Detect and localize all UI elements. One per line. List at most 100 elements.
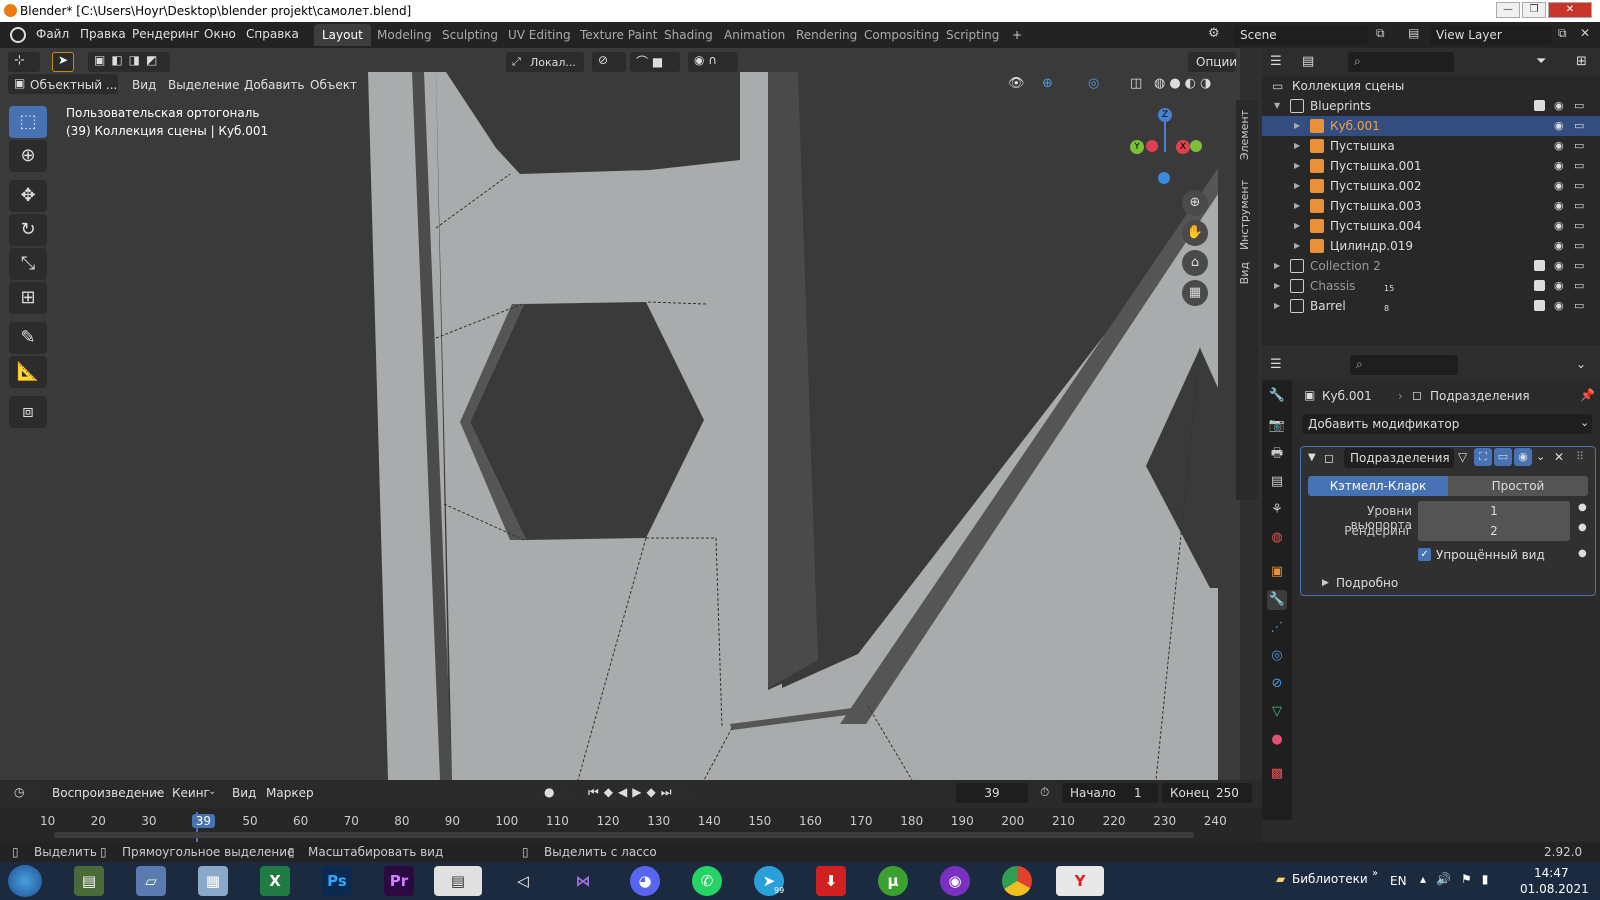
levels-viewport-field[interactable]: 1 bbox=[1418, 501, 1570, 521]
material-props-tab[interactable]: ● bbox=[1267, 730, 1287, 750]
viewport-toggle-icon[interactable]: ▭ bbox=[1494, 448, 1512, 466]
object-props-tab[interactable]: ▣ bbox=[1267, 562, 1287, 582]
expand-arrow-icon[interactable]: ▶ bbox=[1294, 161, 1300, 170]
simplified-keyframe-dot[interactable]: ● bbox=[1578, 548, 1587, 559]
modifier-collapse-icon[interactable]: ▼ bbox=[1308, 452, 1316, 463]
new-collection-icon[interactable]: ⊞ bbox=[1576, 54, 1587, 69]
gizmo-z-negative-dot[interactable] bbox=[1158, 172, 1170, 184]
expand-arrow-icon[interactable]: ▶ bbox=[1294, 181, 1300, 190]
tool-add-cube[interactable]: ⧈ bbox=[9, 396, 47, 428]
render-monitor-icon[interactable]: ▭ bbox=[1574, 219, 1584, 232]
timeline-menu-view[interactable]: Вид bbox=[232, 786, 256, 800]
outliner-row[interactable]: ▶ Collection 2 ◉ ▭ bbox=[1262, 256, 1600, 276]
timeline-scrollbar[interactable] bbox=[54, 832, 1194, 838]
taskbar-app-excel-icon[interactable]: X bbox=[260, 866, 290, 896]
texture-props-tab[interactable]: ▩ bbox=[1267, 764, 1287, 784]
scene-field[interactable]: Scene bbox=[1234, 25, 1368, 45]
tool-scale[interactable]: ⤡ bbox=[9, 248, 47, 280]
gizmo-x-negative-dot[interactable] bbox=[1146, 140, 1158, 152]
camera-view-icon[interactable]: ⌂ bbox=[1182, 250, 1208, 276]
expand-arrow-icon[interactable]: ▶ bbox=[1294, 121, 1300, 130]
visibility-eye-icon[interactable]: ◉ bbox=[1554, 179, 1564, 192]
tab-compositing[interactable]: Compositing bbox=[856, 24, 947, 46]
timeline-menu-keying[interactable]: Кеинг bbox=[172, 786, 210, 800]
outliner-display-mode-icon[interactable]: ▤ bbox=[1302, 54, 1314, 69]
timeline-menu-playback[interactable]: Воспроизведение bbox=[52, 786, 164, 800]
particles-props-tab[interactable]: ⋰ bbox=[1267, 618, 1287, 638]
expand-arrow-icon[interactable]: ▶ bbox=[1294, 201, 1300, 210]
tool-select-box[interactable]: ⬚ bbox=[9, 106, 47, 138]
visibility-eye-icon[interactable]: ◉ bbox=[1554, 259, 1564, 272]
tool-annotate[interactable]: ✎ bbox=[9, 322, 47, 354]
outliner-search-input[interactable] bbox=[1348, 52, 1454, 72]
render-levels-field[interactable]: 2 bbox=[1418, 521, 1570, 541]
render-monitor-icon[interactable]: ▭ bbox=[1574, 199, 1584, 212]
outliner-editor-type-icon[interactable]: ☰ bbox=[1270, 54, 1282, 69]
render-toggle-icon[interactable]: ◉ bbox=[1514, 448, 1532, 466]
drag-handle-icon[interactable]: ⠿ bbox=[1576, 450, 1584, 463]
menu-help[interactable]: Справка bbox=[246, 27, 299, 41]
pin-icon[interactable]: 📌 bbox=[1580, 388, 1595, 402]
view-layer-props-tab[interactable]: ▤ bbox=[1267, 472, 1287, 492]
viewport-menu-view[interactable]: Вид bbox=[132, 78, 156, 92]
outliner-row[interactable]: ▶ Barrel 8 ◉ ▭ bbox=[1262, 296, 1600, 316]
render-monitor-icon[interactable]: ▭ bbox=[1574, 159, 1584, 172]
simplified-checkbox[interactable]: ✓ bbox=[1418, 548, 1431, 561]
tool-move[interactable]: ✥ bbox=[9, 180, 47, 212]
render-monitor-icon[interactable]: ▭ bbox=[1574, 99, 1584, 112]
visibility-eye-icon[interactable]: ◉ bbox=[1554, 299, 1564, 312]
blender-menu-icon[interactable] bbox=[10, 27, 26, 43]
filter-icon[interactable]: ⏷ bbox=[1536, 54, 1546, 69]
viewport-menu-add[interactable]: Добавить bbox=[244, 78, 304, 92]
tool-cursor[interactable]: ⊕ bbox=[9, 140, 47, 172]
advanced-expand-icon[interactable]: ▶ bbox=[1322, 578, 1329, 588]
tab-shading[interactable]: Shading bbox=[656, 24, 721, 46]
tool-props-tab[interactable]: 🔧 bbox=[1267, 386, 1287, 406]
minimize-button[interactable]: — bbox=[1496, 2, 1520, 18]
gizmo-y-axis[interactable]: Y bbox=[1130, 140, 1144, 154]
gizmo-toggle-icon[interactable]: ⊕ bbox=[1042, 76, 1053, 91]
expand-arrow-icon[interactable]: ▶ bbox=[1294, 221, 1300, 230]
outliner-row[interactable]: ▶ Пустышка ◉ ▭ bbox=[1262, 136, 1600, 156]
current-frame-field[interactable]: 39 bbox=[956, 783, 1028, 803]
render-monitor-icon[interactable]: ▭ bbox=[1574, 239, 1584, 252]
render-monitor-icon[interactable]: ▭ bbox=[1574, 259, 1584, 272]
expand-arrow-icon[interactable]: ▶ bbox=[1274, 261, 1280, 270]
render-monitor-icon[interactable]: ▭ bbox=[1574, 279, 1584, 292]
visibility-icon[interactable]: 👁 bbox=[1008, 76, 1025, 91]
toolbar-expand-icon[interactable]: » bbox=[1372, 868, 1378, 879]
restore-button[interactable]: ❐ bbox=[1522, 2, 1546, 18]
simple-button[interactable]: Простой bbox=[1448, 476, 1588, 496]
tool-transform[interactable]: ⊞ bbox=[9, 282, 47, 314]
menu-edit[interactable]: Правка bbox=[80, 27, 126, 41]
edit-mode-toggle-icon[interactable]: ▽ bbox=[1458, 450, 1467, 464]
pan-hand-icon[interactable]: ✋ bbox=[1182, 220, 1208, 246]
tab-uv-editing[interactable]: UV Editing bbox=[500, 24, 579, 46]
physics-props-tab[interactable]: ◎ bbox=[1267, 646, 1287, 666]
expand-arrow-icon[interactable]: ▼ bbox=[1274, 101, 1280, 110]
visibility-eye-icon[interactable]: ◉ bbox=[1554, 279, 1564, 292]
visibility-eye-icon[interactable]: ◉ bbox=[1554, 239, 1564, 252]
visibility-eye-icon[interactable]: ◉ bbox=[1554, 139, 1564, 152]
mesh-data-props-tab[interactable]: ▽ bbox=[1267, 702, 1287, 722]
taskbar-app-visual-studio-icon[interactable]: ⋈ bbox=[568, 866, 598, 896]
viewport-menu-select[interactable]: Выделение bbox=[168, 78, 239, 92]
tool-measure[interactable]: 📐 bbox=[9, 356, 47, 388]
render-props-tab[interactable]: 📷 bbox=[1267, 416, 1287, 436]
properties-options-icon[interactable]: ⌄ bbox=[1576, 357, 1586, 371]
copy-scene-icon[interactable]: ⧉ bbox=[1376, 26, 1385, 41]
tab-scripting[interactable]: Scripting bbox=[938, 24, 1007, 46]
world-props-tab[interactable]: ◍ bbox=[1267, 528, 1287, 548]
start-button-icon[interactable] bbox=[8, 865, 42, 897]
collection-exclude-checkbox[interactable] bbox=[1534, 280, 1545, 291]
taskbar-app-whatsapp-icon[interactable]: ✆ bbox=[692, 866, 722, 896]
tab-modeling[interactable]: Modeling bbox=[369, 24, 440, 46]
view-layer-field[interactable]: View Layer bbox=[1430, 25, 1552, 45]
expand-arrow-icon[interactable]: ▶ bbox=[1294, 241, 1300, 250]
tool-rotate[interactable]: ↻ bbox=[9, 214, 47, 246]
expand-arrow-icon[interactable]: ▶ bbox=[1274, 301, 1280, 310]
zoom-icon[interactable]: ⊕ bbox=[1182, 190, 1208, 216]
language-indicator[interactable]: EN bbox=[1390, 874, 1407, 888]
clock-date[interactable]: 01.08.2021 bbox=[1520, 882, 1589, 896]
taskbar-app-yandex-icon[interactable]: Y bbox=[1056, 866, 1104, 896]
